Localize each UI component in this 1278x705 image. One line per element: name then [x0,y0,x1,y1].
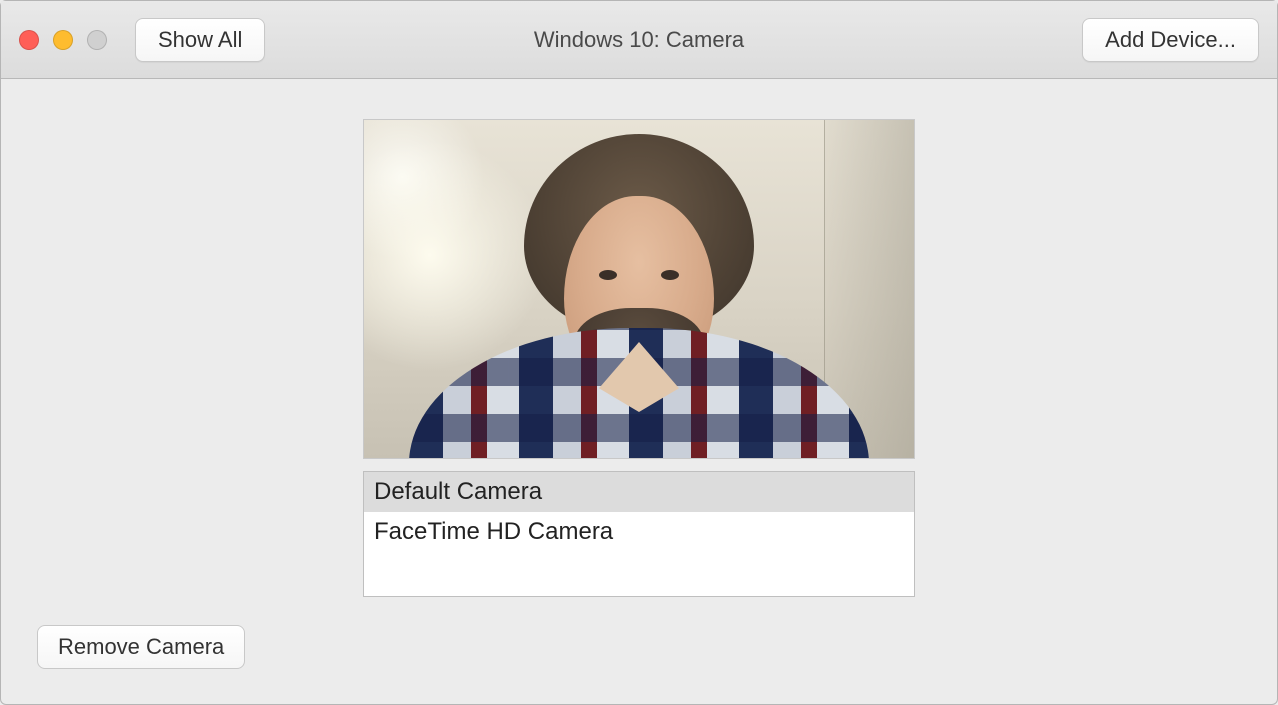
preferences-window: Show All Windows 10: Camera Add Device..… [0,0,1278,705]
footer-actions: Remove Camera [37,625,1241,669]
show-all-button[interactable]: Show All [135,18,265,62]
camera-preview [363,119,915,459]
add-device-button[interactable]: Add Device... [1082,18,1259,62]
close-window-button[interactable] [19,30,39,50]
titlebar: Show All Windows 10: Camera Add Device..… [1,1,1277,79]
zoom-window-button [87,30,107,50]
camera-list-item[interactable]: FaceTime HD Camera [364,512,914,552]
camera-list[interactable]: Default Camera FaceTime HD Camera [363,471,915,597]
window-title: Windows 10: Camera [534,27,744,53]
traffic-lights [19,30,107,50]
camera-list-item[interactable]: Default Camera [364,472,914,512]
remove-camera-button[interactable]: Remove Camera [37,625,245,669]
content-area: Default Camera FaceTime HD Camera Remove… [1,79,1277,704]
minimize-window-button[interactable] [53,30,73,50]
